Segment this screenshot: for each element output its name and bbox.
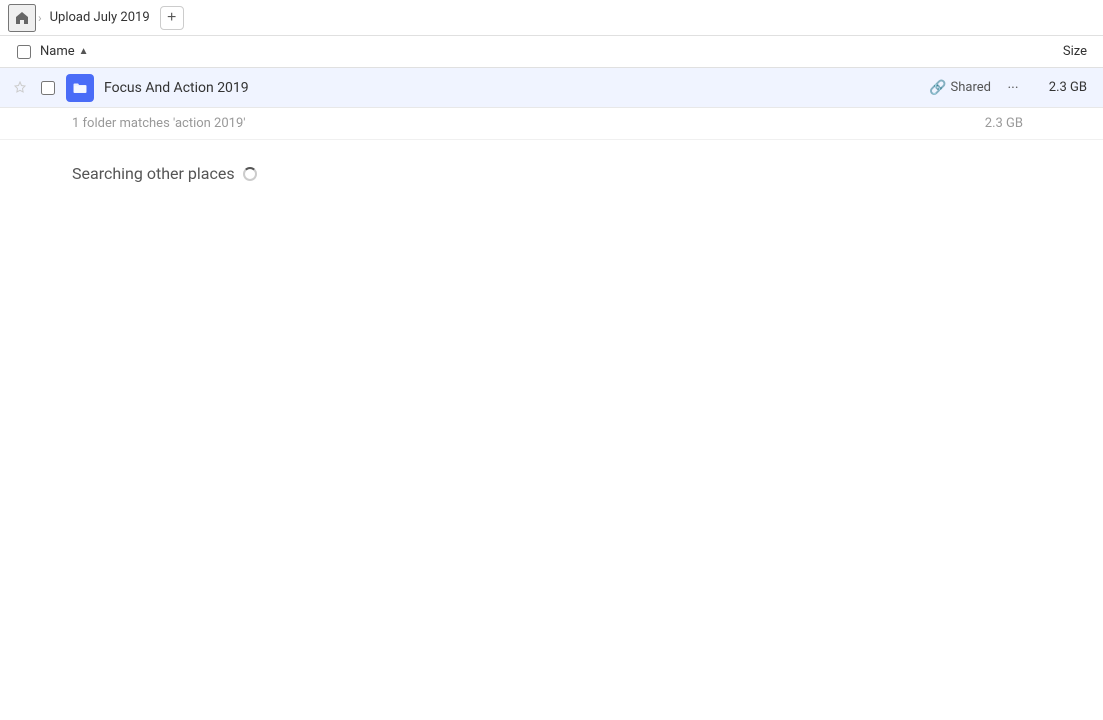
row-checkbox-col[interactable]: [32, 81, 64, 95]
file-list-row[interactable]: Focus And Action 2019 🔗 Shared ··· 2.3 G…: [0, 68, 1103, 108]
name-column-label: Name: [40, 44, 75, 59]
breadcrumb-separator: ›: [38, 11, 42, 25]
new-tab-button[interactable]: +: [160, 6, 184, 30]
folder-icon-col: [64, 74, 96, 102]
size-column-header[interactable]: Size: [1015, 44, 1095, 59]
file-size-value: 2.3 GB: [1035, 80, 1095, 95]
folder-icon: [72, 80, 88, 96]
more-options-button[interactable]: ···: [999, 74, 1027, 102]
searching-spinner-icon: [243, 167, 257, 181]
searching-other-places-section: Searching other places: [0, 140, 1103, 207]
header-bar: › Upload July 2019 +: [0, 0, 1103, 36]
folder-icon-wrapper: [66, 74, 94, 102]
file-name-label[interactable]: Focus And Action 2019: [96, 80, 929, 96]
column-headers: Name ▲ Size: [0, 36, 1103, 68]
star-icon: [13, 81, 27, 95]
row-checkbox[interactable]: [41, 81, 55, 95]
name-column-header[interactable]: Name ▲: [40, 44, 1015, 59]
shared-section: 🔗 Shared: [929, 80, 991, 96]
searching-title-text: Searching other places: [72, 164, 235, 183]
link-icon: 🔗: [929, 80, 946, 96]
sort-arrow-icon: ▲: [79, 46, 89, 57]
select-all-checkbox-col[interactable]: [8, 45, 40, 59]
select-all-checkbox[interactable]: [17, 45, 31, 59]
breadcrumb-item[interactable]: Upload July 2019: [44, 8, 156, 27]
home-button[interactable]: [8, 4, 36, 32]
shared-label: Shared: [951, 80, 991, 95]
match-info-row: 1 folder matches 'action 2019' 2.3 GB: [0, 108, 1103, 140]
searching-title: Searching other places: [72, 164, 1031, 183]
match-info-size: 2.3 GB: [985, 116, 1031, 131]
match-info-text: 1 folder matches 'action 2019': [72, 116, 985, 131]
star-col[interactable]: [8, 81, 32, 95]
